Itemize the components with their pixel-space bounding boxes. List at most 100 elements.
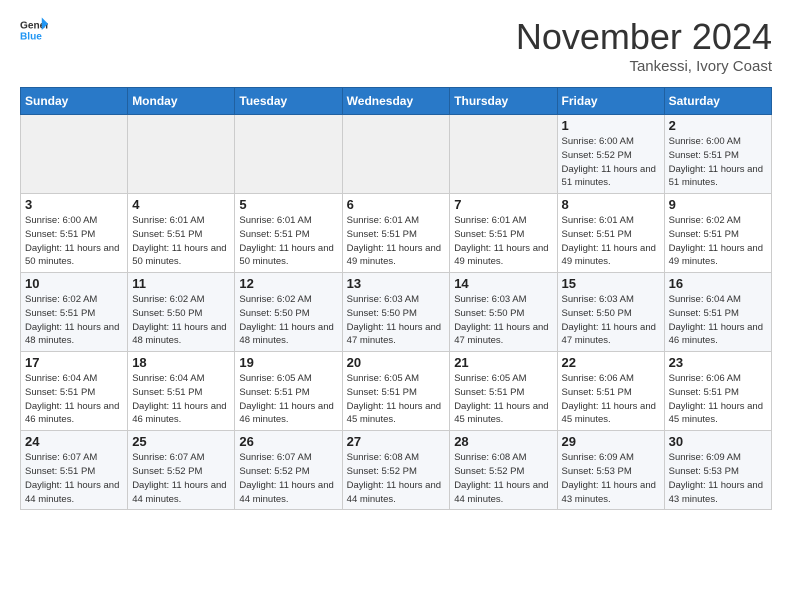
day-info: Sunrise: 6:09 AM Sunset: 5:53 PM Dayligh… (669, 451, 767, 506)
day-cell (21, 115, 128, 194)
day-info: Sunrise: 6:07 AM Sunset: 5:52 PM Dayligh… (132, 451, 230, 506)
day-info: Sunrise: 6:01 AM Sunset: 5:51 PM Dayligh… (454, 214, 552, 269)
day-info: Sunrise: 6:06 AM Sunset: 5:51 PM Dayligh… (562, 372, 660, 427)
day-number: 29 (562, 434, 660, 449)
day-info: Sunrise: 6:04 AM Sunset: 5:51 PM Dayligh… (132, 372, 230, 427)
day-info: Sunrise: 6:02 AM Sunset: 5:51 PM Dayligh… (669, 214, 767, 269)
day-info: Sunrise: 6:08 AM Sunset: 5:52 PM Dayligh… (347, 451, 446, 506)
day-number: 11 (132, 276, 230, 291)
day-number: 14 (454, 276, 552, 291)
day-info: Sunrise: 6:02 AM Sunset: 5:51 PM Dayligh… (25, 293, 123, 348)
day-number: 24 (25, 434, 123, 449)
title-block: November 2024 Tankessi, Ivory Coast (516, 16, 772, 75)
day-number: 10 (25, 276, 123, 291)
day-cell: 4 Sunrise: 6:01 AM Sunset: 5:51 PM Daylig… (128, 194, 235, 273)
day-number: 26 (239, 434, 337, 449)
day-cell: 16 Sunrise: 6:04 AM Sunset: 5:51 PM Dayli… (664, 273, 771, 352)
day-info: Sunrise: 6:04 AM Sunset: 5:51 PM Dayligh… (669, 293, 767, 348)
day-info: Sunrise: 6:06 AM Sunset: 5:51 PM Dayligh… (669, 372, 767, 427)
weekday-header-row: SundayMondayTuesdayWednesdayThursdayFrid… (21, 88, 772, 115)
day-number: 23 (669, 355, 767, 370)
day-info: Sunrise: 6:01 AM Sunset: 5:51 PM Dayligh… (347, 214, 446, 269)
day-number: 5 (239, 197, 337, 212)
day-info: Sunrise: 6:07 AM Sunset: 5:51 PM Dayligh… (25, 451, 123, 506)
day-info: Sunrise: 6:03 AM Sunset: 5:50 PM Dayligh… (454, 293, 552, 348)
day-cell: 22Sunrise: 6:06 AM Sunset: 5:51 PM Dayli… (557, 352, 664, 431)
day-cell: 13 Sunrise: 6:03 AM Sunset: 5:50 PM Dayli… (342, 273, 450, 352)
svg-text:Blue: Blue (20, 31, 42, 42)
day-cell (235, 115, 342, 194)
week-row-3: 10 Sunrise: 6:02 AM Sunset: 5:51 PM Dayli… (21, 273, 772, 352)
day-number: 9 (669, 197, 767, 212)
weekday-header-friday: Friday (557, 88, 664, 115)
week-row-4: 17 Sunrise: 6:04 AM Sunset: 5:51 PM Dayli… (21, 352, 772, 431)
day-cell (128, 115, 235, 194)
day-info: Sunrise: 6:02 AM Sunset: 5:50 PM Dayligh… (132, 293, 230, 348)
day-number: 15 (562, 276, 660, 291)
day-info: Sunrise: 6:05 AM Sunset: 5:51 PM Dayligh… (454, 372, 552, 427)
weekday-header-thursday: Thursday (450, 88, 557, 115)
day-cell: 14 Sunrise: 6:03 AM Sunset: 5:50 PM Dayli… (450, 273, 557, 352)
header: General Blue November 2024 Tankessi, Ivo… (20, 16, 772, 75)
day-number: 13 (347, 276, 446, 291)
day-info: Sunrise: 6:01 AM Sunset: 5:51 PM Dayligh… (132, 214, 230, 269)
day-number: 19 (239, 355, 337, 370)
day-info: Sunrise: 6:07 AM Sunset: 5:52 PM Dayligh… (239, 451, 337, 506)
day-number: 12 (239, 276, 337, 291)
page: General Blue November 2024 Tankessi, Ivo… (0, 0, 792, 520)
weekday-header-sunday: Sunday (21, 88, 128, 115)
day-cell: 29Sunrise: 6:09 AM Sunset: 5:53 PM Dayli… (557, 431, 664, 510)
day-info: Sunrise: 6:00 AM Sunset: 5:51 PM Dayligh… (669, 135, 767, 190)
day-cell: 24 Sunrise: 6:07 AM Sunset: 5:51 PM Dayli… (21, 431, 128, 510)
day-number: 25 (132, 434, 230, 449)
day-info: Sunrise: 6:00 AM Sunset: 5:51 PM Dayligh… (25, 214, 123, 269)
calendar-table: SundayMondayTuesdayWednesdayThursdayFrid… (20, 87, 772, 510)
day-number: 30 (669, 434, 767, 449)
day-number: 1 (562, 118, 660, 133)
day-number: 27 (347, 434, 446, 449)
day-cell: 15 Sunrise: 6:03 AM Sunset: 5:50 PM Dayli… (557, 273, 664, 352)
day-number: 2 (669, 118, 767, 133)
day-number: 16 (669, 276, 767, 291)
day-cell: 21 Sunrise: 6:05 AM Sunset: 5:51 PM Dayli… (450, 352, 557, 431)
day-info: Sunrise: 6:01 AM Sunset: 5:51 PM Dayligh… (239, 214, 337, 269)
day-cell: 5 Sunrise: 6:01 AM Sunset: 5:51 PM Daylig… (235, 194, 342, 273)
day-cell: 17Sunrise: 6:04 AM Sunset: 5:51 PM Dayli… (21, 352, 128, 431)
day-number: 6 (347, 197, 446, 212)
day-cell: 1 Sunrise: 6:00 AM Sunset: 5:52 PM Daylig… (557, 115, 664, 194)
day-cell: 10 Sunrise: 6:02 AM Sunset: 5:51 PM Dayli… (21, 273, 128, 352)
day-number: 28 (454, 434, 552, 449)
day-cell: 25 Sunrise: 6:07 AM Sunset: 5:52 PM Dayli… (128, 431, 235, 510)
day-cell (342, 115, 450, 194)
day-cell: 2 Sunrise: 6:00 AM Sunset: 5:51 PM Daylig… (664, 115, 771, 194)
weekday-header-wednesday: Wednesday (342, 88, 450, 115)
weekday-header-saturday: Saturday (664, 88, 771, 115)
day-number: 18 (132, 355, 230, 370)
day-cell: 28 Sunrise: 6:08 AM Sunset: 5:52 PM Dayli… (450, 431, 557, 510)
day-cell: 27 Sunrise: 6:08 AM Sunset: 5:52 PM Dayli… (342, 431, 450, 510)
day-info: Sunrise: 6:00 AM Sunset: 5:52 PM Dayligh… (562, 135, 660, 190)
day-cell: 12 Sunrise: 6:02 AM Sunset: 5:50 PM Dayli… (235, 273, 342, 352)
day-cell: 11 Sunrise: 6:02 AM Sunset: 5:50 PM Dayli… (128, 273, 235, 352)
day-cell (450, 115, 557, 194)
day-cell: 7 Sunrise: 6:01 AM Sunset: 5:51 PM Daylig… (450, 194, 557, 273)
day-number: 17 (25, 355, 123, 370)
logo-icon: General Blue (20, 16, 48, 44)
day-info: Sunrise: 6:02 AM Sunset: 5:50 PM Dayligh… (239, 293, 337, 348)
location: Tankessi, Ivory Coast (516, 58, 772, 75)
day-info: Sunrise: 6:01 AM Sunset: 5:51 PM Dayligh… (562, 214, 660, 269)
day-number: 7 (454, 197, 552, 212)
day-cell: 6 Sunrise: 6:01 AM Sunset: 5:51 PM Daylig… (342, 194, 450, 273)
day-info: Sunrise: 6:08 AM Sunset: 5:52 PM Dayligh… (454, 451, 552, 506)
month-title: November 2024 (516, 16, 772, 58)
day-cell: 18 Sunrise: 6:04 AM Sunset: 5:51 PM Dayli… (128, 352, 235, 431)
day-number: 20 (347, 355, 446, 370)
day-cell: 26 Sunrise: 6:07 AM Sunset: 5:52 PM Dayli… (235, 431, 342, 510)
day-info: Sunrise: 6:03 AM Sunset: 5:50 PM Dayligh… (347, 293, 446, 348)
day-cell: 23 Sunrise: 6:06 AM Sunset: 5:51 PM Dayli… (664, 352, 771, 431)
day-number: 4 (132, 197, 230, 212)
logo: General Blue (20, 16, 48, 44)
day-number: 3 (25, 197, 123, 212)
day-info: Sunrise: 6:03 AM Sunset: 5:50 PM Dayligh… (562, 293, 660, 348)
day-number: 21 (454, 355, 552, 370)
